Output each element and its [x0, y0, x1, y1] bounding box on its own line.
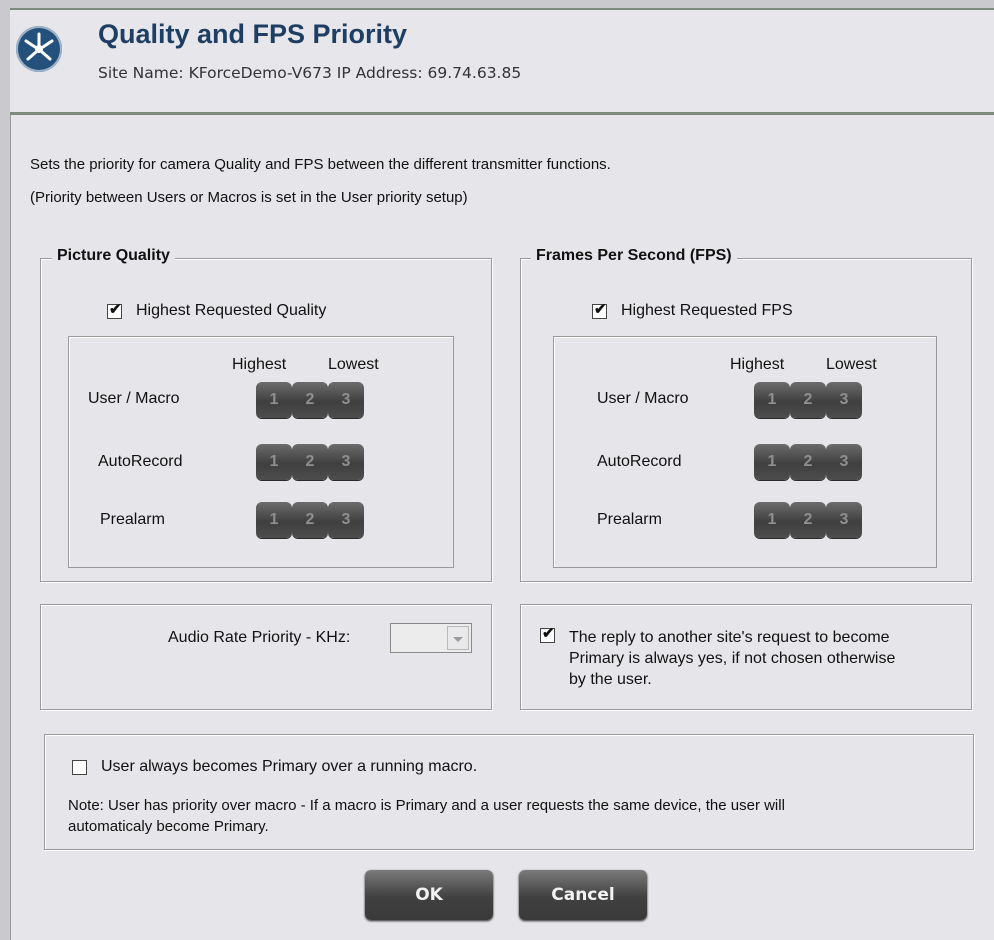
priority-button[interactable]: 3 [328, 382, 364, 418]
ok-button[interactable]: OK [365, 870, 493, 920]
priority-button[interactable]: 1 [256, 444, 292, 480]
priority-button[interactable]: 2 [292, 382, 328, 418]
checkmark-icon: ✔ [109, 301, 122, 318]
fps-user-macro-priority: 1 2 3 [754, 382, 862, 418]
priority-button[interactable]: 1 [754, 444, 790, 480]
audio-group [40, 604, 492, 710]
priority-button[interactable]: 2 [292, 502, 328, 538]
dialog-title: Quality and FPS Priority [98, 19, 408, 49]
chevron-down-icon [453, 637, 463, 642]
reply-line-3: by the user. [569, 671, 652, 688]
user-primary-note: Note: User has priority over macro - If … [68, 795, 785, 837]
highest-fps-checkbox[interactable]: ✔ [592, 301, 607, 319]
priority-button[interactable]: 1 [754, 502, 790, 538]
priority-button[interactable]: 3 [328, 502, 364, 538]
reply-line-2: Primary is always yes, if not chosen oth… [569, 650, 896, 667]
header-top-bar [10, 0, 994, 10]
user-primary-label: User always becomes Primary over a runni… [101, 758, 478, 775]
highest-quality-checkbox[interactable]: ✔ [107, 301, 122, 319]
window-left-border [0, 0, 11, 940]
highest-fps-label: Highest Requested FPS [621, 302, 793, 319]
audio-rate-label: Audio Rate Priority - KHz: [168, 629, 351, 646]
checkmark-icon: ✔ [542, 625, 555, 642]
quality-lowest-label: Lowest [328, 356, 379, 373]
fps-row-label: User / Macro [597, 390, 689, 407]
reply-line-1: The reply to another site's request to b… [569, 629, 890, 646]
audio-rate-select[interactable] [390, 623, 472, 653]
dropdown-button[interactable] [447, 626, 469, 650]
dialog-window: Quality and FPS Priority Site Name: KFor… [0, 0, 994, 940]
star-logo-icon [16, 26, 62, 72]
priority-button[interactable]: 3 [826, 382, 862, 418]
description-line-1: Sets the priority for camera Quality and… [30, 156, 611, 173]
priority-button[interactable]: 2 [790, 502, 826, 538]
quality-highest-label: Highest [232, 356, 287, 373]
note-line-2: automaticaly become Primary. [68, 818, 269, 835]
fps-title: Frames Per Second (FPS) [531, 247, 737, 265]
priority-button[interactable]: 2 [790, 382, 826, 418]
highest-quality-label: Highest Requested Quality [136, 302, 327, 319]
picture-quality-title: Picture Quality [52, 247, 175, 265]
quality-prealarm-priority: 1 2 3 [256, 502, 364, 538]
priority-button[interactable]: 2 [292, 444, 328, 480]
note-line-1: Note: User has priority over macro - If … [68, 797, 785, 814]
fps-lowest-label: Lowest [826, 356, 877, 373]
fps-row-label: Prealarm [597, 511, 662, 528]
checkmark-icon: ✔ [594, 301, 607, 318]
priority-button[interactable]: 1 [754, 382, 790, 418]
fps-highest-label: Highest [730, 356, 785, 373]
quality-autorecord-priority: 1 2 3 [256, 444, 364, 480]
fps-prealarm-priority: 1 2 3 [754, 502, 862, 538]
quality-row-label: AutoRecord [98, 453, 183, 470]
user-primary-checkbox[interactable] [72, 760, 87, 775]
reply-primary-checkbox[interactable]: ✔ [540, 625, 555, 643]
fps-row-label: AutoRecord [597, 453, 682, 470]
priority-button[interactable]: 3 [328, 444, 364, 480]
priority-button[interactable]: 1 [256, 502, 292, 538]
priority-button[interactable]: 3 [826, 502, 862, 538]
quality-row-label: Prealarm [100, 511, 165, 528]
description-line-2: (Priority between Users or Macros is set… [30, 189, 468, 206]
quality-row-label: User / Macro [88, 390, 180, 407]
priority-button[interactable]: 2 [790, 444, 826, 480]
priority-button[interactable]: 1 [256, 382, 292, 418]
priority-button[interactable]: 3 [826, 444, 862, 480]
dialog-header [10, 0, 994, 115]
fps-autorecord-priority: 1 2 3 [754, 444, 862, 480]
cancel-button[interactable]: Cancel [519, 870, 647, 920]
reply-primary-label: The reply to another site's request to b… [569, 627, 895, 690]
site-info: Site Name: KForceDemo-V673 IP Address: 6… [98, 64, 522, 82]
quality-user-macro-priority: 1 2 3 [256, 382, 364, 418]
